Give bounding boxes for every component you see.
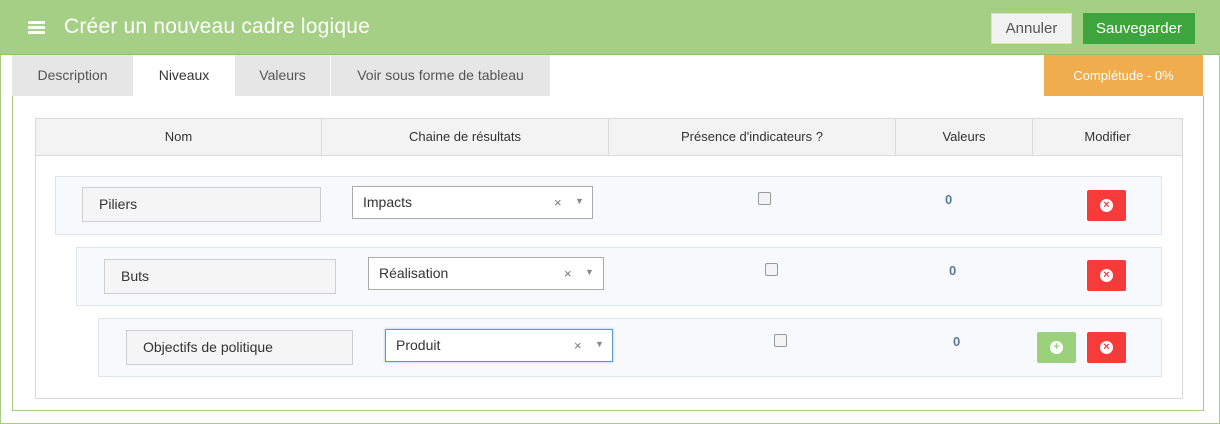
header-valeurs: Valeurs [896,119,1033,155]
delete-button[interactable]: × [1087,332,1126,363]
cancel-button[interactable]: Annuler [991,13,1072,44]
indicators-checkbox[interactable] [774,334,787,347]
completion-badge: Complétude - 0% [1044,55,1203,96]
values-count: 0 [953,334,961,349]
tab-tableau[interactable]: Voir sous forme de tableau [331,55,550,96]
caret-down-icon: ▼ [575,196,584,206]
values-count: 0 [949,263,957,278]
chain-select-value: Produit [396,337,441,353]
caret-down-icon: ▼ [585,267,594,277]
delete-button[interactable]: × [1087,190,1126,221]
header-modifier: Modifier [1084,129,1131,144]
indicators-checkbox[interactable] [765,263,778,276]
times-circle-icon: × [1100,269,1113,282]
table-header: Nom Chaine de résultats Présence d'indic… [35,118,1183,156]
clear-icon[interactable]: × [574,338,582,353]
plus-circle-icon: + [1050,341,1063,354]
chain-select[interactable]: Impacts × ▼ [352,186,593,219]
name-field[interactable]: Objectifs de politique [126,330,353,365]
chain-select-value: Impacts [363,194,413,210]
chain-select-value: Réalisation [379,265,449,281]
header-nom: Nom [36,119,322,155]
name-field[interactable]: Buts [104,259,336,294]
chain-select[interactable]: Produit × ▼ [385,329,613,362]
times-circle-icon: × [1100,341,1113,354]
save-button[interactable]: Sauvegarder [1083,13,1195,44]
values-count: 0 [945,192,953,207]
tab-valeurs[interactable]: Valeurs [235,55,330,96]
caret-down-icon: ▼ [595,339,604,349]
tab-niveaux[interactable]: Niveaux [134,55,234,96]
clear-icon[interactable]: × [564,266,572,281]
hamburger-icon[interactable] [28,21,45,34]
header-bar: Créer un nouveau cadre logique Annuler S… [0,0,1220,55]
page-title: Créer un nouveau cadre logique [64,15,371,38]
header-chaine: Chaine de résultats [322,119,609,155]
header-indicateurs: Présence d'indicateurs ? [609,119,896,155]
add-sublevel-button[interactable]: + [1037,332,1076,363]
times-circle-icon: × [1100,199,1113,212]
indicators-checkbox[interactable] [758,192,771,205]
name-field[interactable]: Piliers [82,187,321,222]
delete-button[interactable]: × [1087,260,1126,291]
chain-select[interactable]: Réalisation × ▼ [368,257,604,290]
clear-icon[interactable]: × [554,195,562,210]
tab-description[interactable]: Description [12,55,133,96]
